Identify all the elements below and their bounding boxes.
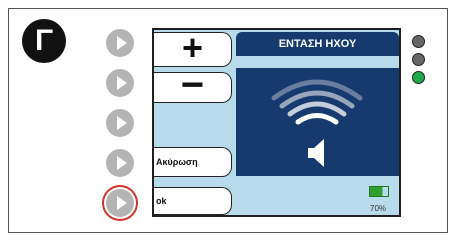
softkey-1[interactable] — [106, 29, 134, 57]
device-screen: + − Ακύρωση ok ΕΝΤΑΣΗ ΗΧΟΥ 70% — [152, 28, 401, 217]
volume-panel — [236, 68, 399, 176]
screen-title: ΕΝΤΑΣΗ ΗΧΟΥ — [236, 32, 399, 56]
volume-wave-2 — [287, 101, 347, 117]
softkey-3[interactable] — [106, 109, 134, 137]
volume-icon — [271, 79, 363, 167]
step-badge: Γ — [22, 19, 66, 63]
volume-down-button[interactable]: − — [154, 65, 232, 105]
battery-level-text: 70% — [370, 204, 387, 213]
status-led-2 — [412, 53, 425, 66]
softkey-5-highlighted[interactable] — [106, 189, 134, 217]
speaker-icon — [308, 139, 324, 167]
volume-up-button[interactable]: + — [154, 30, 232, 67]
ok-label: ok — [156, 196, 167, 206]
volume-wave-4 — [271, 79, 363, 101]
status-led-3 — [412, 71, 425, 84]
softkey-4[interactable] — [106, 149, 134, 177]
cancel-button[interactable]: Ακύρωση — [154, 147, 232, 177]
status-led-1 — [412, 35, 425, 48]
battery-icon — [369, 186, 389, 197]
volume-wave-1 — [295, 113, 339, 125]
ok-button[interactable]: ok — [154, 187, 232, 215]
softkey-2[interactable] — [106, 69, 134, 97]
cancel-label: Ακύρωση — [156, 157, 198, 167]
